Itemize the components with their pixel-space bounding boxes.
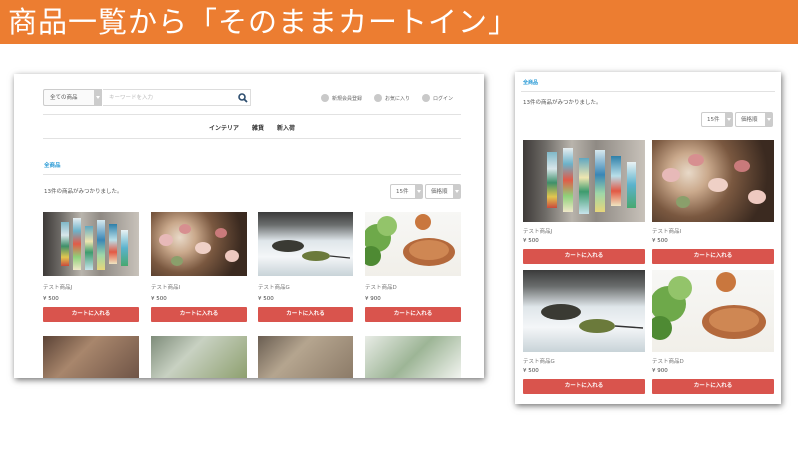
heart-icon [374, 94, 382, 102]
chevron-down-icon [415, 185, 422, 198]
product-card[interactable]: テスト商品I ¥ 500 カートに入れる [151, 212, 247, 323]
nav-interior[interactable]: インテリア [209, 123, 239, 132]
add-to-cart-button[interactable]: カートに入れる [43, 307, 139, 322]
product-price: ¥ 500 [523, 368, 539, 374]
product-price: ¥ 500 [43, 296, 59, 302]
register-label: 新規会員登録 [332, 95, 363, 102]
product-card[interactable]: テスト商品D ¥ 900 カートに入れる [652, 270, 774, 394]
add-to-cart-button[interactable]: カートに入れる [151, 307, 247, 322]
lock-icon [422, 94, 430, 102]
add-to-cart-button[interactable]: カートに入れる [652, 249, 774, 264]
header-divider [43, 114, 461, 115]
search-input[interactable]: キーワードを入力 [103, 89, 251, 106]
product-image[interactable] [151, 336, 247, 378]
add-to-cart-button[interactable]: カートに入れる [258, 307, 353, 322]
result-count: 13件の商品がみつかりました。 [523, 100, 602, 106]
favorites-label: お気に入り [385, 95, 411, 102]
add-to-cart-button[interactable]: カートに入れる [523, 379, 645, 394]
login-link[interactable]: ログイン [422, 93, 453, 103]
title-banner: 商品一覧から「そのままカートイン」 [0, 0, 798, 44]
product-image[interactable] [258, 212, 353, 276]
product-image[interactable] [43, 336, 139, 378]
product-image[interactable] [151, 212, 247, 276]
plant-icon [652, 272, 766, 340]
product-name[interactable]: テスト商品D [652, 357, 684, 365]
chevron-down-icon [453, 185, 460, 198]
product-image[interactable] [523, 270, 645, 352]
per-page-value: 15件 [707, 117, 720, 123]
product-price: ¥ 500 [652, 238, 668, 244]
desktop-screenshot: 全ての商品 キーワードを入力 新規会員登録 お気に入り ログイン インテリア 雑… [14, 74, 484, 378]
product-card[interactable]: テスト商品G ¥ 500 カートに入れる [523, 270, 645, 394]
product-name[interactable]: テスト商品I [151, 283, 180, 291]
register-link[interactable]: 新規会員登録 [321, 93, 362, 103]
product-image[interactable] [258, 336, 353, 378]
breadcrumb[interactable]: 全商品 [523, 79, 538, 86]
sort-value: 価格順 [431, 189, 448, 195]
per-page-value: 15件 [396, 189, 409, 195]
sort-select[interactable]: 価格順 [425, 184, 461, 199]
per-page-select[interactable]: 15件 [701, 112, 733, 127]
skillet-icon [272, 240, 351, 261]
product-image[interactable] [365, 336, 461, 378]
banner-title: 商品一覧から「そのままカートイン」 [8, 5, 519, 39]
sort-select[interactable]: 価格順 [735, 112, 773, 127]
nav-new-arrivals[interactable]: 新入荷 [277, 123, 295, 132]
user-icon [321, 94, 329, 102]
favorites-link[interactable]: お気に入り [374, 93, 410, 103]
product-card[interactable]: テスト商品G ¥ 500 カートに入れる [258, 212, 353, 323]
breadcrumb[interactable]: 全商品 [44, 161, 61, 169]
product-card[interactable]: テスト商品J ¥ 500 カートに入れる [43, 212, 139, 323]
product-card[interactable]: テスト商品J ¥ 500 カートに入れる [523, 140, 645, 264]
product-name[interactable]: テスト商品G [258, 283, 290, 291]
plant-icon [365, 214, 455, 266]
chevron-down-icon [725, 113, 732, 126]
product-image[interactable] [523, 140, 645, 222]
product-price: ¥ 900 [652, 368, 668, 374]
product-price: ¥ 500 [151, 296, 167, 302]
product-price: ¥ 900 [365, 296, 381, 302]
add-to-cart-button[interactable]: カートに入れる [365, 307, 461, 322]
product-price: ¥ 500 [258, 296, 274, 302]
login-label: ログイン [433, 95, 454, 102]
add-to-cart-button[interactable]: カートに入れる [652, 379, 774, 394]
product-name[interactable]: テスト商品I [652, 227, 681, 235]
product-image[interactable] [652, 140, 774, 222]
nav-divider [43, 138, 461, 139]
add-to-cart-button[interactable]: カートに入れる [523, 249, 645, 264]
chevron-down-icon[interactable] [94, 89, 102, 106]
crumb-divider [43, 174, 461, 175]
per-page-select[interactable]: 15件 [390, 184, 423, 199]
product-name[interactable]: テスト商品J [43, 283, 72, 291]
nav-goods[interactable]: 雑貨 [252, 123, 264, 132]
crumb-divider [521, 91, 775, 92]
product-image[interactable] [43, 212, 139, 276]
chevron-down-icon [765, 113, 772, 126]
skillet-icon [541, 304, 644, 333]
result-count: 13件の商品がみつかりました。 [44, 189, 123, 195]
product-image[interactable] [652, 270, 774, 352]
product-name[interactable]: テスト商品G [523, 357, 555, 365]
product-price: ¥ 500 [523, 238, 539, 244]
search-icon[interactable] [238, 93, 248, 103]
product-name[interactable]: テスト商品D [365, 283, 397, 291]
sort-value: 価格順 [741, 117, 758, 123]
product-image[interactable] [365, 212, 461, 276]
product-card[interactable]: テスト商品D ¥ 900 カートに入れる [365, 212, 461, 323]
product-name[interactable]: テスト商品J [523, 227, 552, 235]
product-card[interactable]: テスト商品I ¥ 500 カートに入れる [652, 140, 774, 264]
mobile-screenshot: 全商品 13件の商品がみつかりました。 15件 価格順 テスト商品J ¥ 500… [515, 72, 781, 404]
category-select[interactable]: 全ての商品 [43, 89, 101, 106]
